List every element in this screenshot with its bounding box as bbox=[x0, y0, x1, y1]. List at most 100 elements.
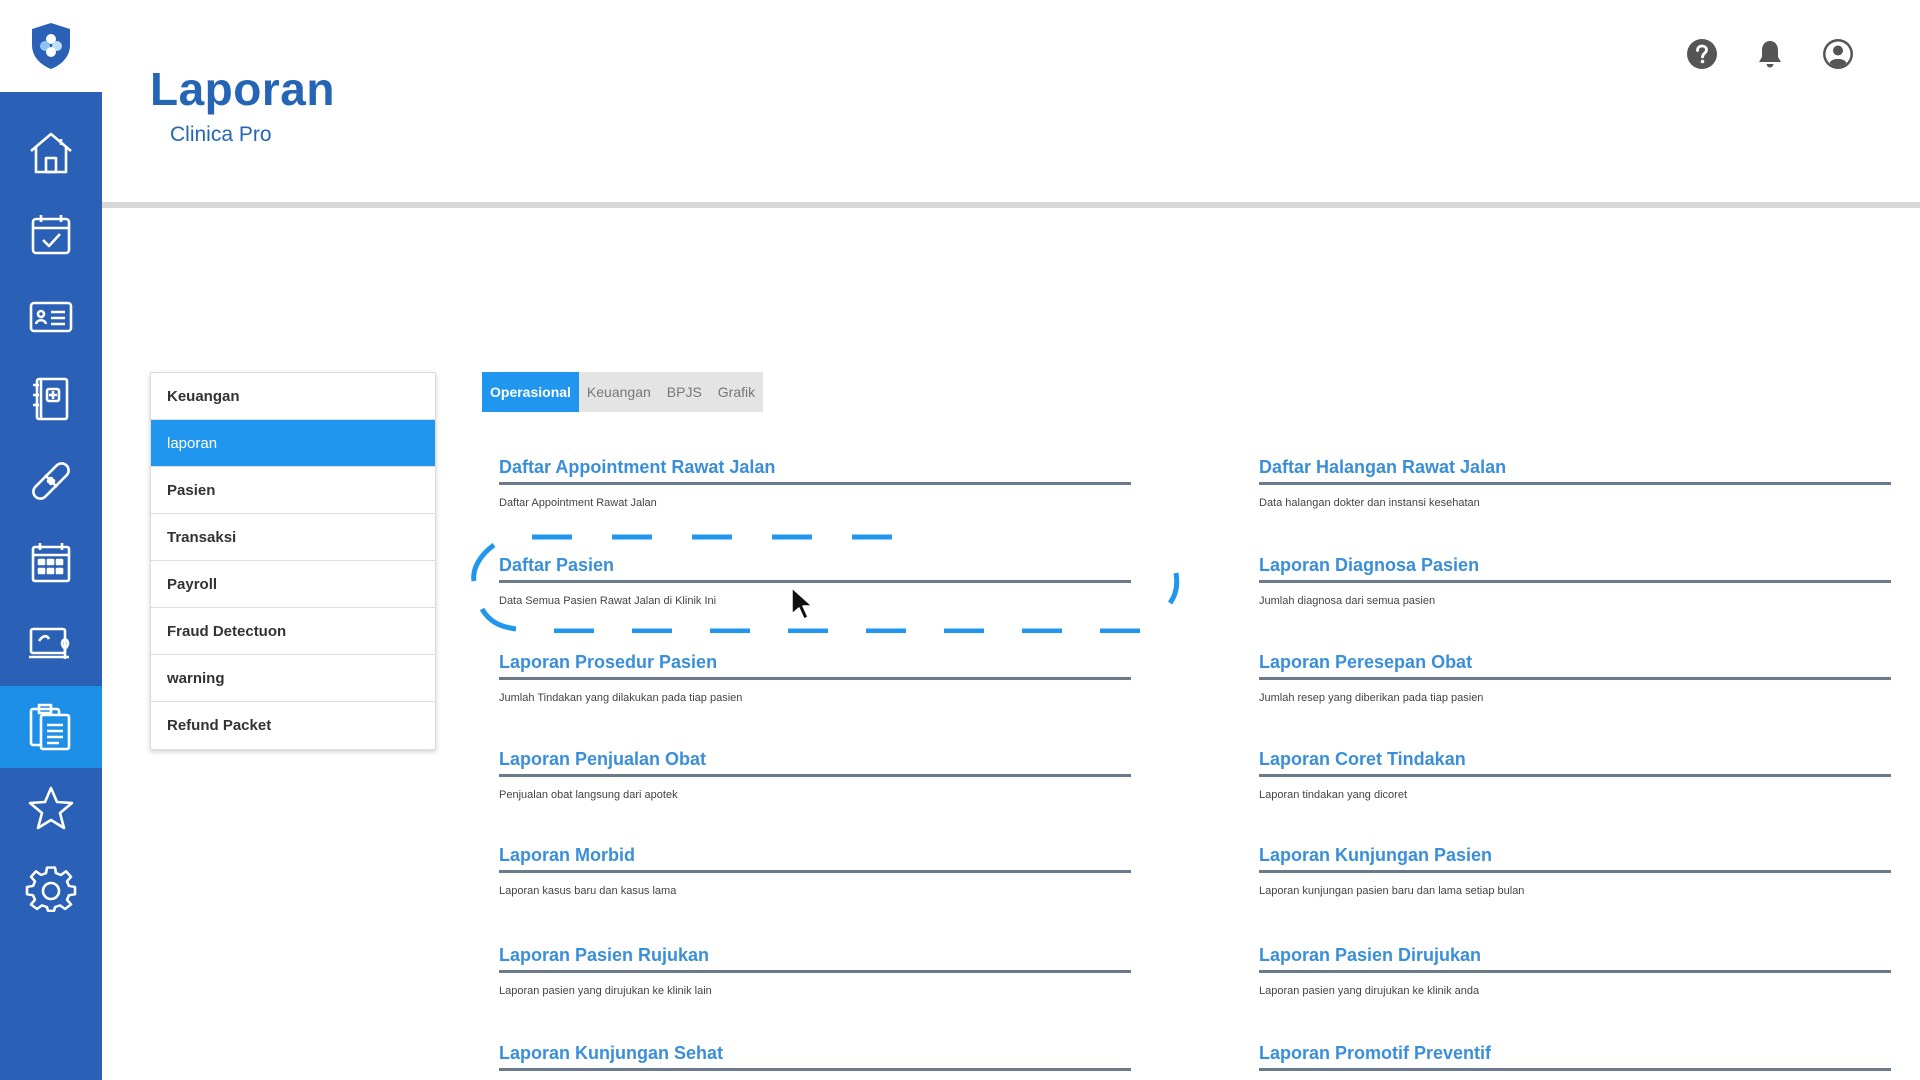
bandage-icon bbox=[32, 462, 70, 500]
report-divider bbox=[499, 870, 1131, 873]
report-divider bbox=[499, 970, 1131, 973]
report-description: Laporan pasien yang dirujukan ke klinik … bbox=[499, 985, 712, 997]
medical-book-icon bbox=[33, 377, 69, 421]
menu-item-warning[interactable]: warning bbox=[151, 655, 435, 702]
report-title[interactable]: Laporan Promotif Preventif bbox=[1259, 1040, 1899, 1066]
report-daftar-pasien[interactable]: Daftar Pasien Data Semua Pasien Rawat Ja… bbox=[499, 552, 1139, 607]
app-logo[interactable] bbox=[0, 0, 102, 92]
rail-nav bbox=[0, 92, 102, 1080]
building-icon bbox=[31, 543, 71, 583]
clipboard-copy-icon bbox=[29, 703, 71, 751]
rail-item-treatments[interactable] bbox=[0, 440, 102, 522]
menu-item-refund-packet[interactable]: Refund Packet bbox=[151, 702, 435, 749]
report-laporan-morbid[interactable]: Laporan Morbid Laporan kasus baru dan ka… bbox=[499, 842, 1139, 897]
report-divider bbox=[499, 482, 1131, 485]
report-title[interactable]: Daftar Appointment Rawat Jalan bbox=[499, 454, 1139, 480]
report-title[interactable]: Laporan Diagnosa Pasien bbox=[1259, 552, 1899, 578]
report-title[interactable]: Laporan Pasien Dirujukan bbox=[1259, 942, 1899, 968]
star-icon bbox=[28, 786, 74, 830]
page-title: Laporan bbox=[150, 63, 335, 115]
report-category-menu: Keuangan laporan Pasien Transaksi Payrol… bbox=[150, 372, 436, 750]
menu-item-keuangan[interactable]: Keuangan bbox=[151, 373, 435, 420]
report-laporan-diagnosa-pasien[interactable]: Laporan Diagnosa Pasien Jumlah diagnosa … bbox=[1259, 552, 1899, 607]
report-laporan-peresepan-obat[interactable]: Laporan Peresepan Obat Jumlah resep yang… bbox=[1259, 649, 1899, 704]
report-title[interactable]: Laporan Peresepan Obat bbox=[1259, 649, 1899, 675]
id-card-icon bbox=[29, 301, 73, 333]
report-divider bbox=[1259, 870, 1891, 873]
calendar-check-icon bbox=[31, 215, 71, 255]
report-title[interactable]: Daftar Halangan Rawat Jalan bbox=[1259, 454, 1899, 480]
shield-logo-icon bbox=[32, 23, 70, 69]
report-title[interactable]: Laporan Morbid bbox=[499, 842, 1139, 868]
report-title[interactable]: Laporan Prosedur Pasien bbox=[499, 649, 1139, 675]
report-divider bbox=[1259, 1068, 1891, 1071]
report-description: Data halangan dokter dan instansi keseha… bbox=[1259, 497, 1480, 509]
report-title[interactable]: Laporan Coret Tindakan bbox=[1259, 746, 1899, 772]
report-title[interactable]: Laporan Pasien Rujukan bbox=[499, 942, 1139, 968]
report-description: Laporan kasus baru dan kasus lama bbox=[499, 885, 677, 897]
report-laporan-pasien-dirujukan[interactable]: Laporan Pasien Dirujukan Laporan pasien … bbox=[1259, 942, 1899, 997]
menu-item-fraud-detection[interactable]: Fraud Detectuon bbox=[151, 608, 435, 655]
report-daftar-appointment-rawat-jalan[interactable]: Daftar Appointment Rawat Jalan Daftar Ap… bbox=[499, 454, 1139, 509]
report-title[interactable]: Laporan Penjualan Obat bbox=[499, 746, 1139, 772]
rail-item-desktop[interactable] bbox=[0, 604, 102, 686]
report-description: Laporan tindakan yang dicoret bbox=[1259, 789, 1407, 801]
report-description: Jumlah diagnosa dari semua pasien bbox=[1259, 595, 1436, 607]
user-icon bbox=[1823, 39, 1853, 69]
report-description: Data Semua Pasien Rawat Jalan di Klinik … bbox=[499, 595, 717, 607]
report-title[interactable]: Daftar Pasien bbox=[499, 552, 1139, 578]
report-description: Jumlah Tindakan yang dilakukan pada tiap… bbox=[499, 692, 743, 704]
computer-plant-icon bbox=[29, 627, 70, 659]
report-laporan-kunjungan-sehat[interactable]: Laporan Kunjungan Sehat bbox=[499, 1040, 1139, 1071]
tab-bpjs[interactable]: BPJS bbox=[659, 372, 710, 412]
report-description: Laporan pasien yang dirujukan ke klinik … bbox=[1259, 985, 1480, 997]
menu-item-pasien[interactable]: Pasien bbox=[151, 467, 435, 514]
rail-item-records[interactable] bbox=[0, 358, 102, 440]
report-description: Laporan kunjungan pasien baru dan lama s… bbox=[1259, 885, 1525, 897]
report-divider bbox=[1259, 970, 1891, 973]
report-divider bbox=[1259, 482, 1891, 485]
rail-item-calendar[interactable] bbox=[0, 194, 102, 276]
report-tabs: Operasional Keuangan BPJS Grafik bbox=[482, 372, 764, 412]
gear-icon bbox=[25, 866, 77, 913]
menu-item-payroll[interactable]: Payroll bbox=[151, 561, 435, 608]
rail-item-favorites[interactable] bbox=[0, 768, 102, 850]
rail-item-settings[interactable] bbox=[0, 850, 102, 932]
report-title[interactable]: Laporan Kunjungan Sehat bbox=[499, 1040, 1139, 1066]
bell-icon bbox=[1759, 41, 1781, 68]
report-divider bbox=[499, 580, 1131, 583]
report-divider bbox=[499, 774, 1131, 777]
rail-item-facility[interactable] bbox=[0, 522, 102, 604]
profile-button[interactable] bbox=[1822, 38, 1854, 70]
report-laporan-coret-tindakan[interactable]: Laporan Coret Tindakan Laporan tindakan … bbox=[1259, 746, 1899, 801]
report-laporan-prosedur-pasien[interactable]: Laporan Prosedur Pasien Jumlah Tindakan … bbox=[499, 649, 1139, 704]
report-daftar-halangan-rawat-jalan[interactable]: Daftar Halangan Rawat Jalan Data halanga… bbox=[1259, 454, 1899, 509]
home-icon bbox=[30, 132, 72, 174]
report-divider bbox=[1259, 677, 1891, 680]
report-description: Daftar Appointment Rawat Jalan bbox=[499, 497, 657, 509]
report-description: Jumlah resep yang diberikan pada tiap pa… bbox=[1259, 692, 1484, 704]
report-laporan-promotif-preventif[interactable]: Laporan Promotif Preventif bbox=[1259, 1040, 1899, 1071]
rail-item-home[interactable] bbox=[0, 112, 102, 194]
report-description: Penjualan obat langsung dari apotek bbox=[499, 789, 678, 801]
report-laporan-pasien-rujukan[interactable]: Laporan Pasien Rujukan Laporan pasien ya… bbox=[499, 942, 1139, 997]
page-subtitle: Clinica Pro bbox=[170, 123, 272, 146]
help-icon bbox=[1687, 39, 1717, 69]
report-divider bbox=[499, 1068, 1131, 1071]
report-title[interactable]: Laporan Kunjungan Pasien bbox=[1259, 842, 1899, 868]
menu-item-laporan[interactable]: laporan bbox=[151, 420, 435, 467]
tab-grafik[interactable]: Grafik bbox=[710, 372, 763, 412]
report-divider bbox=[499, 677, 1131, 680]
tab-operasional[interactable]: Operasional bbox=[482, 372, 579, 412]
report-laporan-penjualan-obat[interactable]: Laporan Penjualan Obat Penjualan obat la… bbox=[499, 746, 1139, 801]
rail-item-reports[interactable] bbox=[0, 686, 102, 768]
report-divider bbox=[1259, 580, 1891, 583]
report-laporan-kunjungan-pasien[interactable]: Laporan Kunjungan Pasien Laporan kunjung… bbox=[1259, 842, 1899, 897]
report-divider bbox=[1259, 774, 1891, 777]
rail-item-patients[interactable] bbox=[0, 276, 102, 358]
help-button[interactable] bbox=[1686, 38, 1718, 70]
tab-keuangan[interactable]: Keuangan bbox=[579, 372, 659, 412]
menu-item-transaksi[interactable]: Transaksi bbox=[151, 514, 435, 561]
icon-rail bbox=[0, 0, 102, 1080]
notifications-button[interactable] bbox=[1754, 38, 1786, 70]
